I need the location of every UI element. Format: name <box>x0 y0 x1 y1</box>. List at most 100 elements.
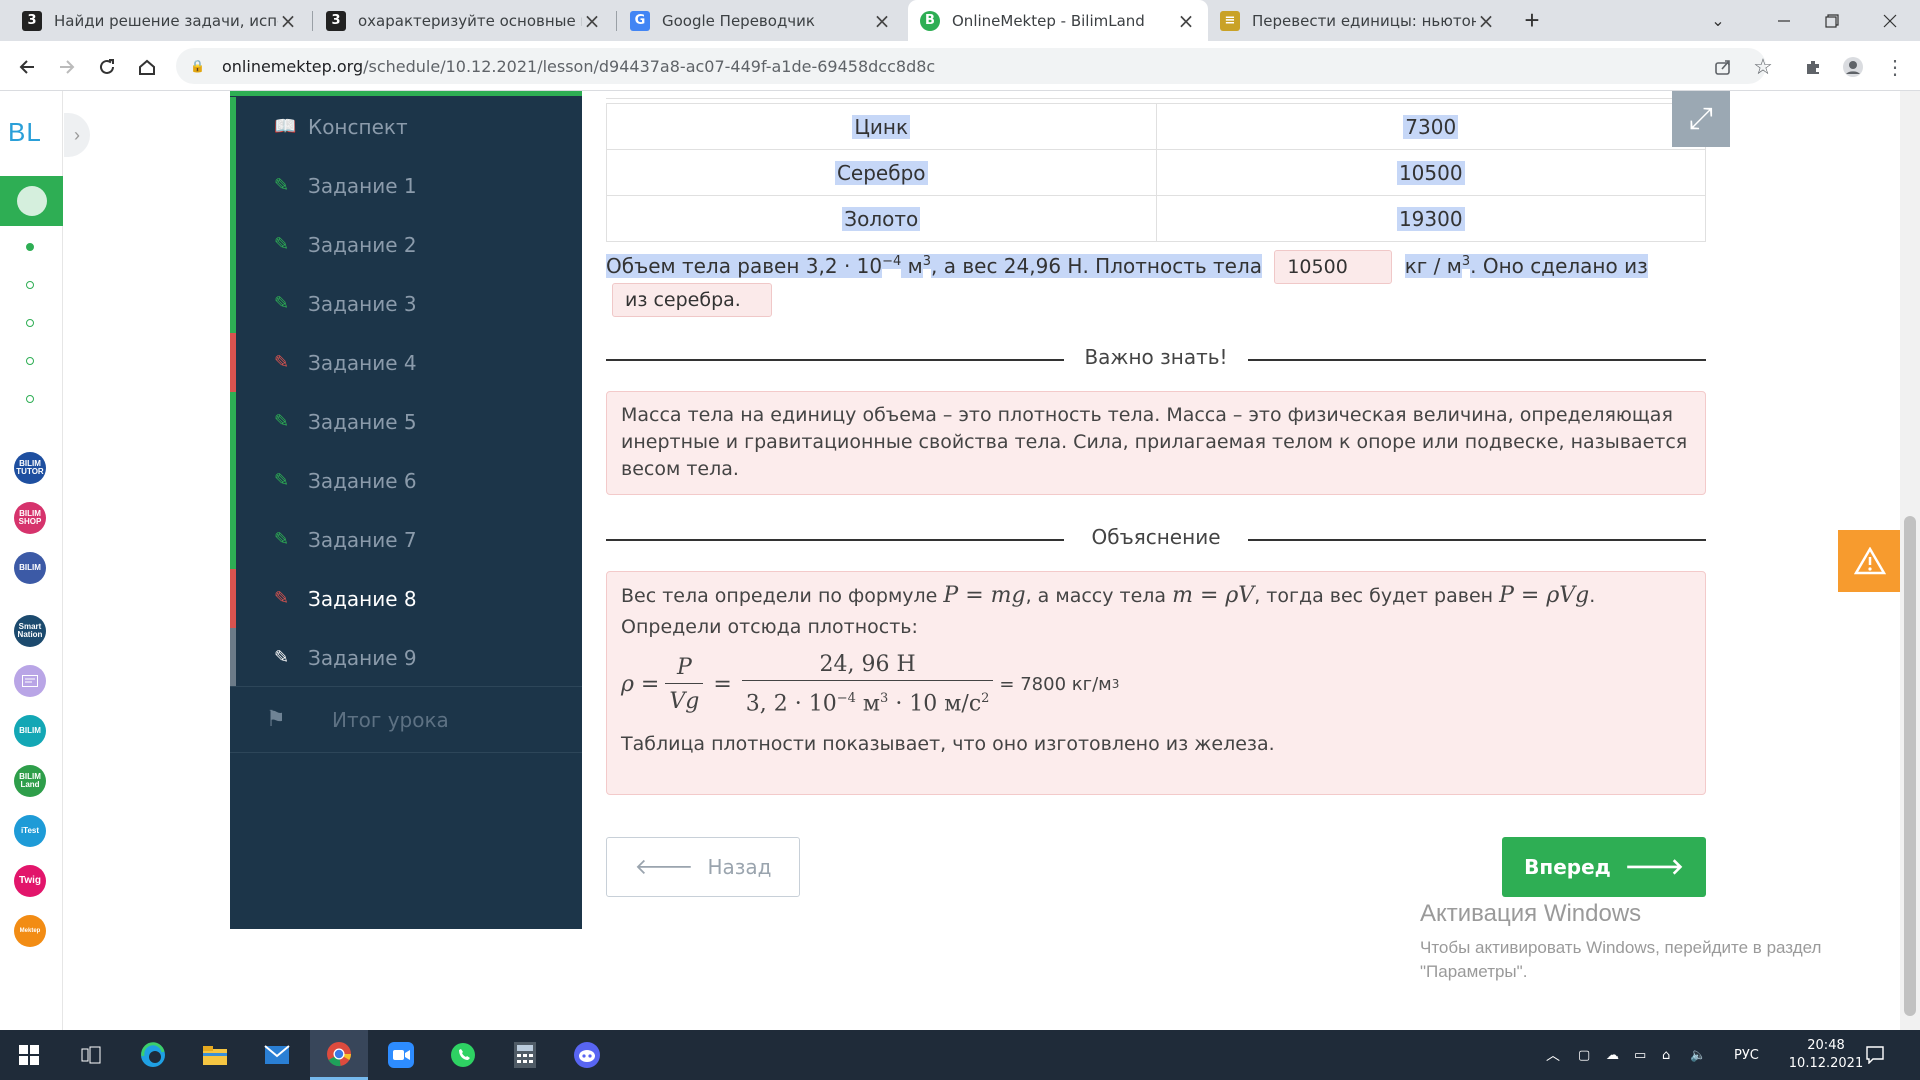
tab-0[interactable]: 3 Найди решение задачи, использ × <box>10 0 310 41</box>
network-icon[interactable]: ⌂ <box>1662 1030 1670 1080</box>
tab-1[interactable]: 3 охарактеризуйте основные при × <box>314 0 614 41</box>
flag-icon: ⚑ <box>266 707 286 732</box>
close-icon[interactable]: × <box>278 9 298 33</box>
tray-chevron-up-icon[interactable]: ︿ <box>1546 1030 1560 1080</box>
sidebar-item-label: Задание 8 <box>308 586 417 611</box>
tab-search-chevron-icon[interactable]: ⌄ <box>1690 0 1746 41</box>
task-view-icon[interactable] <box>62 1030 120 1080</box>
sidebar-item-lesson-summary[interactable]: ⚑ Итог урока <box>230 686 582 753</box>
rail-active-app[interactable] <box>0 176 63 226</box>
status-bar <box>230 215 236 274</box>
forward-arrow-icon[interactable] <box>52 52 82 82</box>
reload-icon[interactable] <box>92 52 122 82</box>
sidebar-item-task-6[interactable]: ✎ Задание 6 <box>230 451 582 510</box>
tab-3-active[interactable]: B OnlineMektep - BilimLand × <box>908 0 1208 41</box>
whatsapp-icon[interactable] <box>434 1030 492 1080</box>
sidebar-item-task-9[interactable]: ✎ Задание 9 <box>230 628 582 687</box>
exponent: −4 <box>882 254 902 269</box>
language-indicator[interactable]: РУС <box>1734 1030 1759 1080</box>
restore-button[interactable] <box>1804 0 1860 41</box>
twig-icon[interactable]: Twig <box>14 865 46 897</box>
scrollbar-thumb[interactable] <box>1904 516 1916 1016</box>
profile-avatar-icon[interactable] <box>1838 52 1868 82</box>
calculator-icon[interactable] <box>496 1030 554 1080</box>
tab-4[interactable]: ≡ Перевести единицы: ньютон [Н × <box>1208 0 1508 41</box>
status-bar <box>230 392 236 451</box>
report-warning-icon[interactable] <box>1838 530 1902 592</box>
material-answer-input[interactable]: из серебра. <box>612 282 772 317</box>
bilimland-icon[interactable]: BILIM Land <box>14 765 46 797</box>
sidebar-item-task-5[interactable]: ✎ Задание 5 <box>230 392 582 451</box>
edge-browser-icon[interactable] <box>124 1030 182 1080</box>
table-row: Цинк 7300 <box>606 103 1706 150</box>
mektep-icon[interactable]: Mektep <box>14 915 46 947</box>
camera-tray-icon[interactable]: ▢ <box>1578 1030 1590 1080</box>
itest-icon[interactable]: iTest <box>14 815 46 847</box>
battery-icon[interactable]: ▭ <box>1634 1030 1646 1080</box>
address-bar[interactable]: 🔒 onlinemektep.org/schedule/10.12.2021/l… <box>176 48 1766 84</box>
sidebar-item-label: Итог урока <box>332 707 449 732</box>
exponent: 3 <box>1461 254 1471 269</box>
status-bar <box>230 569 236 628</box>
bilim-shop-icon[interactable]: BILIM SHOP <box>14 502 46 534</box>
notifications-icon[interactable] <box>1866 1030 1884 1080</box>
home-icon[interactable] <box>132 52 162 82</box>
fullscreen-expand-icon[interactable]: ⤢ <box>1672 91 1730 147</box>
bilim-tutor-icon[interactable]: BILIM TUTOR <box>14 452 46 484</box>
new-tab-button[interactable]: + <box>1506 0 1558 41</box>
tab-title: Найди решение задачи, использ <box>54 11 278 30</box>
explanation-line-2: Определи отсюда плотность: <box>621 616 918 638</box>
edit-icon: ✎ <box>274 410 290 432</box>
browser-menu-icon[interactable]: ⋮ <box>1880 52 1910 82</box>
back-button[interactable]: 🡐 Назад <box>606 837 800 897</box>
bilim-academy-icon[interactable]: BILIM <box>14 552 46 584</box>
close-window-button[interactable] <box>1862 0 1918 41</box>
rail-dot[interactable] <box>26 395 34 403</box>
bilimland-logo: BL <box>8 117 42 147</box>
file-explorer-icon[interactable] <box>186 1030 244 1080</box>
rail-expand-chevron-icon[interactable]: › <box>64 113 90 157</box>
close-icon[interactable]: × <box>1476 9 1496 33</box>
rail-dot[interactable] <box>26 319 34 327</box>
page-scrollbar[interactable] <box>1900 91 1920 1030</box>
back-arrow-icon[interactable] <box>12 52 42 82</box>
rail-dot[interactable] <box>26 357 34 365</box>
share-icon[interactable] <box>1708 52 1738 82</box>
card-icon[interactable] <box>14 665 46 697</box>
onedrive-cloud-icon[interactable]: ☁ <box>1606 1030 1619 1080</box>
close-icon[interactable]: × <box>582 9 602 33</box>
smart-nation-icon[interactable]: Smart Nation <box>14 615 46 647</box>
sidebar-item-konspekt[interactable]: 📖 Конспект <box>230 97 582 156</box>
sidebar-item-task-2[interactable]: ✎ Задание 2 <box>230 215 582 274</box>
brainly-favicon-icon: 3 <box>22 10 42 31</box>
sidebar-item-task-8[interactable]: ✎ Задание 8 <box>230 569 582 628</box>
table-cell-metal: Цинк <box>606 103 1157 150</box>
start-windows-icon[interactable] <box>0 1030 58 1080</box>
close-icon[interactable]: × <box>1176 9 1196 33</box>
density-answer-input[interactable]: 10500 <box>1274 250 1393 285</box>
activation-title: Активация Windows <box>1420 900 1642 927</box>
sidebar-item-task-7[interactable]: ✎ Задание 7 <box>230 510 582 569</box>
sidebar-top-border <box>230 91 582 96</box>
rail-dot-active[interactable] <box>26 243 34 251</box>
volume-icon[interactable]: 🔈 <box>1690 1030 1706 1080</box>
discord-icon[interactable] <box>558 1030 616 1080</box>
activation-text: Чтобы активировать Windows, перейдите в … <box>1420 938 1822 981</box>
converter-favicon-icon: ≡ <box>1220 10 1240 31</box>
extensions-puzzle-icon[interactable] <box>1798 52 1828 82</box>
sidebar-item-task-3[interactable]: ✎ Задание 3 <box>230 274 582 333</box>
mail-icon[interactable] <box>248 1030 306 1080</box>
tab-2[interactable]: G Google Переводчик × <box>618 0 904 41</box>
close-icon[interactable]: × <box>872 9 892 33</box>
bilim-media-icon[interactable]: BILIM <box>14 715 46 747</box>
sidebar-item-task-4[interactable]: ✎ Задание 4 <box>230 333 582 392</box>
next-button[interactable]: Вперед 🡒 <box>1502 837 1706 897</box>
table-cell-metal: Золото <box>606 195 1157 242</box>
clock[interactable]: 20:48 10.12.2021 <box>1789 1030 1863 1080</box>
chrome-icon[interactable] <box>310 1030 368 1080</box>
zoom-icon[interactable] <box>372 1030 430 1080</box>
section-heading: Объяснение <box>1091 525 1221 549</box>
bookmark-star-icon[interactable]: ☆ <box>1748 52 1778 82</box>
sidebar-item-task-1[interactable]: ✎ Задание 1 <box>230 156 582 215</box>
rail-dot[interactable] <box>26 281 34 289</box>
